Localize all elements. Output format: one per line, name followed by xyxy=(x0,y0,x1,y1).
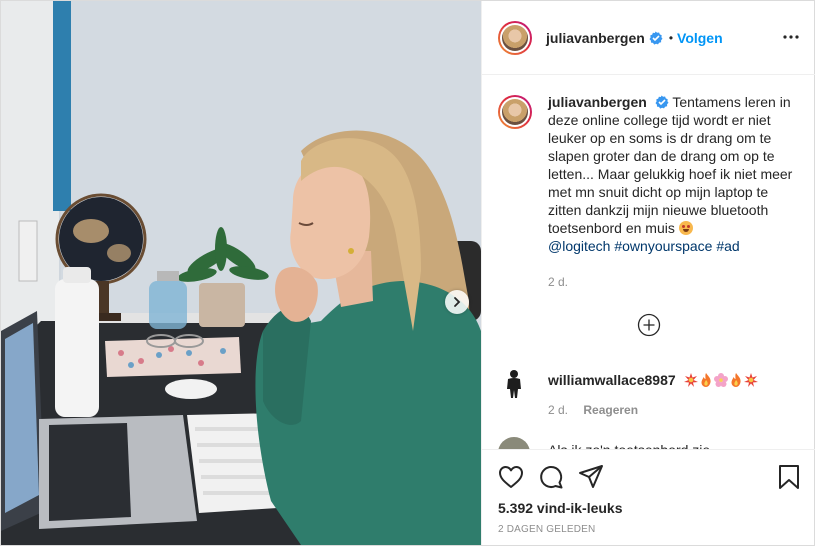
caption-avatar[interactable] xyxy=(498,95,532,129)
star-struck-emoji-icon xyxy=(678,221,693,235)
more-options-icon[interactable] xyxy=(782,28,800,46)
fire-emoji-icon xyxy=(701,373,711,387)
reply-button[interactable]: Reageren xyxy=(583,403,638,417)
comment-item: williamwallace8987 2 d. Reageren xyxy=(498,367,798,419)
follow-button[interactable]: Volgen xyxy=(677,30,723,46)
author-avatar[interactable] xyxy=(498,20,532,55)
caption-text-block: juliavanbergen Tentamens leren in deze o… xyxy=(548,93,794,255)
comment-emoji-row xyxy=(683,373,758,387)
comment-item-partial: Als ik zo'n toetsenbord zie xyxy=(498,437,798,449)
post-date[interactable]: 2 DAGEN GELEDEN xyxy=(498,524,595,535)
commenter-avatar[interactable] xyxy=(498,367,530,399)
collision-emoji-icon xyxy=(683,373,698,387)
verified-badge-icon xyxy=(655,95,669,109)
commenter-avatar-partial[interactable] xyxy=(498,437,530,449)
bookmark-icon[interactable] xyxy=(776,464,802,490)
comment-meta: 2 d. Reageren xyxy=(548,401,758,419)
comments-section[interactable]: juliavanbergen Tentamens leren in deze o… xyxy=(482,75,815,449)
post-sidebar: juliavanbergen • Volgen juliavanbergen T… xyxy=(481,1,815,545)
author-username[interactable]: juliavanbergen xyxy=(546,30,645,46)
post-actions: 5.392 vind-ik-leuks 2 DAGEN GELEDEN xyxy=(482,449,815,546)
chevron-right-icon xyxy=(454,297,461,307)
partial-comment-text: Als ik zo'n toetsenbord zie xyxy=(548,437,710,449)
next-photo-button[interactable] xyxy=(445,290,469,314)
photo-illustration xyxy=(1,1,481,545)
post-photo[interactable] xyxy=(1,1,481,545)
comment-body: williamwallace8987 2 d. Reageren xyxy=(548,367,758,419)
collision-emoji-icon xyxy=(743,373,758,387)
instagram-post: juliavanbergen • Volgen juliavanbergen T… xyxy=(0,0,815,546)
caption-username[interactable]: juliavanbergen xyxy=(548,94,647,110)
mention-logitech[interactable]: @logitech xyxy=(548,238,610,254)
fire-emoji-icon xyxy=(731,373,741,387)
heart-icon[interactable] xyxy=(498,464,524,490)
verified-badge-icon xyxy=(649,31,663,45)
share-icon[interactable] xyxy=(578,464,604,490)
comment-icon[interactable] xyxy=(538,464,564,490)
caption-time: 2 d. xyxy=(548,275,569,289)
hashtag-ownyourspace[interactable]: #ownyourspace xyxy=(614,238,712,254)
blossom-emoji-icon xyxy=(713,373,728,387)
comment-time: 2 d. xyxy=(548,403,569,417)
like-count[interactable]: 5.392 vind-ik-leuks xyxy=(498,500,623,516)
person-silhouette-icon xyxy=(507,370,521,398)
post-caption: juliavanbergen Tentamens leren in deze o… xyxy=(498,93,798,255)
separator-dot: • xyxy=(668,30,674,45)
post-header: juliavanbergen • Volgen xyxy=(482,1,815,75)
hashtag-ad[interactable]: #ad xyxy=(716,238,739,254)
load-more-comments-icon[interactable] xyxy=(637,313,661,337)
caption-text: Tentamens leren in deze online college t… xyxy=(548,94,793,236)
commenter-username[interactable]: williamwallace8987 xyxy=(548,372,676,388)
